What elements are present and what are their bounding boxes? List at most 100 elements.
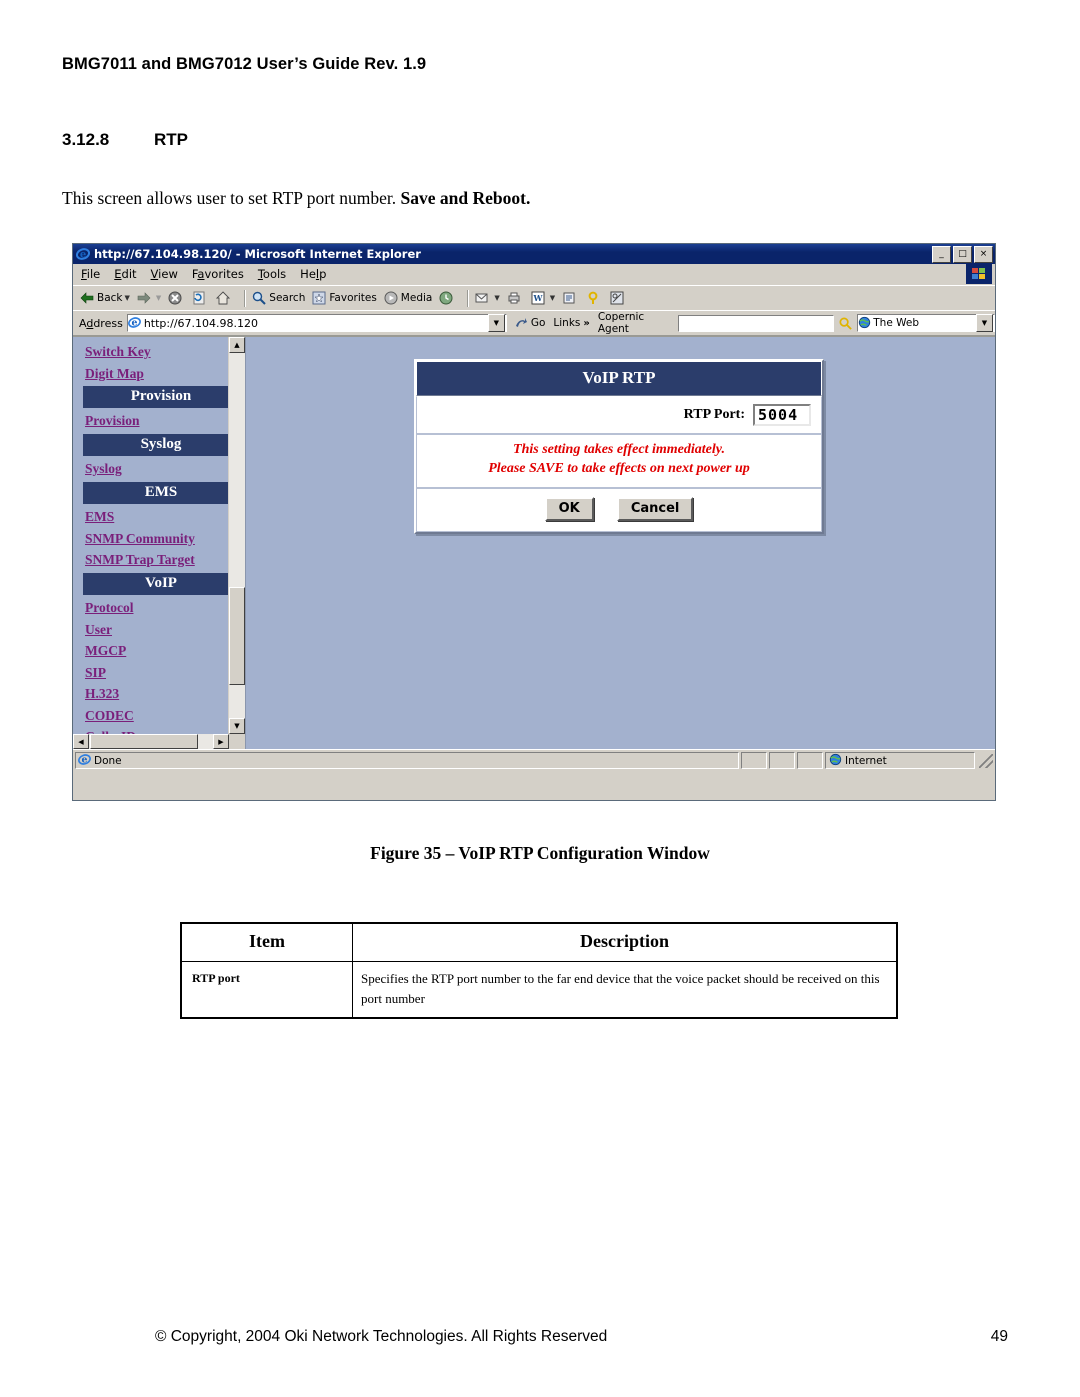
mail-button[interactable]: ▼ — [474, 290, 500, 306]
cell-description-rtp-port: Specifies the RTP port number to the far… — [352, 961, 898, 1019]
sidebar-item-syslog[interactable]: Syslog — [73, 458, 245, 480]
menu-item-edit[interactable]: Edit — [114, 267, 136, 281]
forward-arrow-icon — [137, 292, 151, 304]
sidebar-item-switch-key[interactable]: Switch Key — [73, 341, 245, 363]
vertical-scroll-thumb[interactable] — [229, 587, 245, 685]
address-input[interactable]: e http://67.104.98.120 ▼ — [126, 314, 507, 332]
menu-item-view[interactable]: View — [151, 267, 178, 281]
horizontal-scroll-thumb[interactable] — [90, 734, 198, 749]
refresh-button[interactable] — [191, 290, 209, 306]
media-icon — [384, 291, 398, 305]
sidebar-item-mgcp[interactable]: MGCP — [73, 640, 245, 662]
cell-item-rtp-port: RTP port — [180, 961, 353, 1019]
back-button[interactable]: Back ▼ — [79, 290, 130, 306]
scroll-left-button[interactable]: ◀ — [73, 734, 89, 749]
back-label: Back — [97, 292, 123, 304]
sidebar-item-h323[interactable]: H.323 — [73, 683, 245, 705]
go-label: Go — [530, 317, 546, 329]
sidebar-item-provision[interactable]: Provision — [73, 410, 245, 432]
minimize-button[interactable]: _ — [932, 245, 951, 263]
sidebar-item-protocol[interactable]: Protocol — [73, 597, 245, 619]
search-button[interactable]: Search — [251, 290, 305, 306]
copernic-magnifier-icon[interactable] — [838, 316, 853, 331]
history-icon — [439, 291, 453, 305]
rtp-port-input[interactable] — [753, 404, 811, 426]
menu-item-help[interactable]: Help — [300, 267, 326, 281]
sidebar-horizontal-scrollbar[interactable]: ◀ ▶ — [73, 734, 229, 749]
ok-button[interactable]: OK — [544, 496, 594, 521]
document-header: BMG7011 and BMG7012 User’s Guide Rev. 1.… — [62, 55, 427, 73]
address-bar: Address e http://67.104.98.120 ▼ Go Link… — [73, 310, 995, 336]
sidebar-item-sip[interactable]: SIP — [73, 662, 245, 684]
print-icon — [508, 292, 520, 304]
browser-toolbar: Back ▼ ▼ Search Favorites Media ▼ W ▼ — [73, 285, 995, 310]
warning-line-1: This setting takes effect immediately. — [513, 442, 725, 457]
warning-line-2: Please SAVE to take effects on next powe… — [488, 460, 750, 476]
security-zone-cell[interactable]: Internet — [825, 752, 975, 769]
figure-caption: Figure 35 – VoIP RTP Configuration Windo… — [370, 843, 710, 863]
research-button[interactable] — [609, 290, 627, 306]
copernic-agent-label: Copernic Agent — [597, 311, 645, 335]
intro-paragraph: This screen allows user to set RTP port … — [62, 188, 530, 209]
status-text: Done — [94, 754, 122, 767]
search-scope-chevron-down-icon[interactable]: ▼ — [976, 314, 993, 332]
resize-grip-icon[interactable] — [979, 753, 993, 768]
svg-text:e: e — [131, 317, 137, 328]
search-scope-value: The Web — [873, 317, 920, 329]
copernic-search-input[interactable] — [677, 314, 835, 332]
favorites-star-icon — [312, 291, 326, 305]
edit-chevron-down-icon[interactable]: ▼ — [550, 294, 555, 302]
stop-button[interactable] — [167, 290, 185, 306]
menu-item-tools[interactable]: Tools — [258, 267, 286, 281]
history-button[interactable] — [438, 290, 456, 306]
mail-chevron-down-icon[interactable]: ▼ — [494, 294, 499, 302]
sidebar-item-snmp-community[interactable]: SNMP Community — [73, 528, 245, 550]
messenger-button[interactable] — [585, 290, 603, 306]
links-button[interactable]: Links » — [553, 317, 589, 329]
forward-chevron-down-icon[interactable]: ▼ — [156, 294, 161, 302]
back-chevron-down-icon[interactable]: ▼ — [125, 294, 130, 302]
home-button[interactable] — [215, 290, 233, 306]
sidebar-section-voip: VoIP — [83, 572, 239, 595]
maximize-button[interactable]: □ — [953, 245, 972, 263]
browser-window: e http://67.104.98.120/ - Microsoft Inte… — [72, 243, 996, 801]
sidebar-item-digit-map[interactable]: Digit Map — [73, 363, 245, 385]
go-button[interactable]: Go — [513, 315, 546, 331]
menu-item-favorites[interactable]: Favorites — [192, 267, 244, 281]
favorites-button[interactable]: Favorites — [311, 290, 377, 306]
scroll-right-button[interactable]: ▶ — [213, 734, 229, 749]
sidebar-vertical-scrollbar[interactable]: ▲ ▼ — [228, 337, 245, 734]
mail-icon — [475, 293, 488, 303]
status-bar: e Done Internet — [73, 749, 995, 771]
close-button[interactable]: × — [974, 245, 993, 263]
scroll-up-button[interactable]: ▲ — [229, 337, 245, 353]
cancel-button[interactable]: Cancel — [616, 496, 694, 521]
forward-button[interactable]: ▼ — [136, 290, 161, 306]
sidebar-item-user[interactable]: User — [73, 619, 245, 641]
intro-text: This screen allows user to set RTP port … — [62, 188, 401, 208]
media-button[interactable]: Media — [383, 290, 432, 306]
search-scope-dropdown[interactable]: The Web ▼ — [857, 314, 995, 332]
menu-bar: File Edit View Favorites Tools Help — [73, 264, 995, 285]
table-row: RTP port Specifies the RTP port number t… — [180, 961, 898, 1019]
address-chevron-down-icon[interactable]: ▼ — [487, 314, 505, 332]
print-button[interactable] — [506, 290, 524, 306]
address-label: Address — [79, 316, 123, 330]
edit-word-icon: W — [531, 291, 545, 305]
discuss-button[interactable] — [561, 290, 579, 306]
globe-icon — [858, 314, 871, 333]
status-cell-2 — [769, 752, 795, 769]
links-chevron-icon[interactable]: » — [583, 318, 589, 329]
sidebar-item-snmp-trap-target[interactable]: SNMP Trap Target — [73, 549, 245, 571]
sidebar-item-ems[interactable]: EMS — [73, 506, 245, 528]
internet-zone-globe-icon — [829, 751, 842, 770]
column-header-description: Description — [352, 922, 898, 962]
edit-button[interactable]: W ▼ — [530, 290, 555, 306]
section-heading: 3.12.8 RTP — [62, 130, 188, 150]
svg-text:e: e — [80, 249, 86, 260]
sidebar-item-codec[interactable]: CODEC — [73, 705, 245, 727]
refresh-icon — [193, 291, 205, 305]
links-label: Links — [553, 317, 581, 329]
menu-item-file[interactable]: File — [81, 267, 100, 281]
scroll-down-button[interactable]: ▼ — [229, 718, 245, 734]
